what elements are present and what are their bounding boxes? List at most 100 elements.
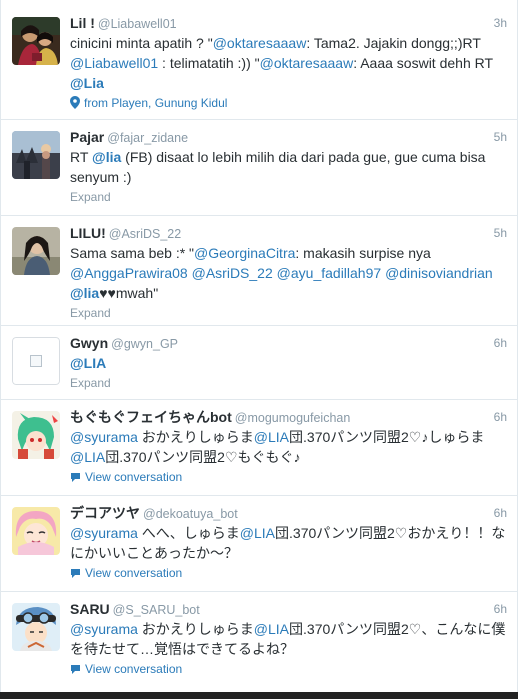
avatar[interactable] xyxy=(12,17,60,65)
view-conversation-text: View conversation xyxy=(85,566,183,580)
author-username[interactable]: @fajar_zidane xyxy=(107,131,188,145)
tweet-text-segment: 団.370パンツ同盟2♡もぐもぐ♪ xyxy=(105,449,301,465)
author-name[interactable]: Pajar xyxy=(70,129,104,145)
author-name[interactable]: デコアツヤ xyxy=(70,505,140,521)
timestamp[interactable]: 6h xyxy=(494,600,507,618)
tweet-text-segment: cinicini minta apatih ? " xyxy=(70,35,213,51)
tweet-item[interactable]: SARU @S_SARU_bot 6h @syurama おかえりしゅらま@LIA… xyxy=(1,592,517,692)
view-conversation-link[interactable]: View conversation xyxy=(70,468,507,488)
tweet-text-segment: RT xyxy=(70,149,93,165)
tweet-text: @syurama おかえりしゅらま@LIA団.370パンツ同盟2♡、こんなに僕を… xyxy=(70,619,507,659)
author-name[interactable]: LILU! xyxy=(70,225,106,241)
tweet-text-segment: へへ、しゅらま xyxy=(137,525,240,541)
tweet-header: Lil ! @Liabawell01 3h xyxy=(70,14,507,32)
tweet-header: LILU! @AsriDS_22 5h xyxy=(70,224,507,242)
tweet-text-segment: (FB) disaat lo lebih milih dia dari pada… xyxy=(70,149,486,185)
location-link[interactable]: from Playen, Gunung Kidul xyxy=(70,94,507,114)
tweet-header: もぐもぐフェイちゃんbot @mogumogufeichan 6h xyxy=(70,408,507,426)
avatar[interactable] xyxy=(12,131,60,179)
speech-bubble-icon xyxy=(70,470,81,488)
tweet-item[interactable]: Gwyn @gwyn_GP 6h @LIA Expand xyxy=(1,326,517,400)
mention-link[interactable]: @oktaresaaaw xyxy=(213,35,307,51)
location-text: from Playen, Gunung Kidul xyxy=(84,96,228,110)
timestamp[interactable]: 6h xyxy=(494,408,507,426)
author-name[interactable]: SARU xyxy=(70,601,110,617)
timestamp[interactable]: 5h xyxy=(494,128,507,146)
mention-link[interactable]: @syurama xyxy=(70,525,138,541)
bottom-bar xyxy=(0,692,518,699)
tweet-text: RT @lia (FB) disaat lo lebih milih dia d… xyxy=(70,147,507,187)
mention-link[interactable]: @oktaresaaaw xyxy=(260,55,354,71)
avatar[interactable] xyxy=(12,507,60,555)
tweet-stream: Lil ! @Liabawell01 3h cinicini minta apat… xyxy=(0,0,518,692)
tweet-text: @LIA xyxy=(70,353,507,373)
author-name[interactable]: Gwyn xyxy=(70,335,108,351)
expand-link[interactable]: Expand xyxy=(70,188,507,206)
mention-link[interactable]: @dinisoviandrian xyxy=(385,265,493,281)
mention-link[interactable]: @AnggaPrawira08 xyxy=(70,265,188,281)
timestamp[interactable]: 6h xyxy=(494,334,507,352)
tweet-text-segment: ♥♥mwah" xyxy=(99,285,159,301)
mention-link[interactable]: @syurama xyxy=(70,621,138,637)
tweet-item[interactable]: デコアツヤ @dekoatuya_bot 6h @syurama へへ、しゅらま@… xyxy=(1,496,517,592)
tweet-text-segment: : makasih surpise nya xyxy=(295,245,431,261)
mention-link[interactable]: @AsriDS_22 xyxy=(192,265,273,281)
view-conversation-text: View conversation xyxy=(85,662,183,676)
avatar[interactable] xyxy=(12,227,60,275)
tweet-item[interactable]: もぐもぐフェイちゃんbot @mogumogufeichan 6h @syuram… xyxy=(1,400,517,496)
author-username[interactable]: @S_SARU_bot xyxy=(113,603,200,617)
mention-link[interactable]: @syurama xyxy=(70,429,138,445)
tweet-text-segment: : Tama2. Jajakin dongg;;)RT xyxy=(306,35,481,51)
speech-bubble-icon xyxy=(70,662,81,680)
timestamp[interactable]: 3h xyxy=(494,14,507,32)
avatar[interactable] xyxy=(12,337,60,385)
tweet-text-segment: Sama sama beb :* " xyxy=(70,245,195,261)
mention-link[interactable]: @LIA xyxy=(70,449,105,465)
mention-link[interactable]: @ayu_fadillah97 xyxy=(277,265,382,281)
author-username[interactable]: @gwyn_GP xyxy=(111,337,178,351)
tweet-item[interactable]: Lil ! @Liabawell01 3h cinicini minta apat… xyxy=(1,0,517,120)
tweet-header: デコアツヤ @dekoatuya_bot 6h xyxy=(70,504,507,522)
author-username[interactable]: @AsriDS_22 xyxy=(109,227,181,241)
view-conversation-link[interactable]: View conversation xyxy=(70,660,507,680)
tweet-text-segment: 団.370パンツ同盟2♡♪しゅらま xyxy=(289,429,485,445)
avatar[interactable] xyxy=(12,603,60,651)
author-name[interactable]: Lil ! xyxy=(70,15,95,31)
map-pin-icon xyxy=(70,96,80,114)
tweet-header: SARU @S_SARU_bot 6h xyxy=(70,600,507,618)
tweet-text: @syurama おかえりしゅらま@LIA団.370パンツ同盟2♡♪しゅらま@L… xyxy=(70,427,507,467)
author-username[interactable]: @dekoatuya_bot xyxy=(143,507,238,521)
broken-image-icon xyxy=(12,337,60,385)
view-conversation-text: View conversation xyxy=(85,470,183,484)
mention-link[interactable]: @GeorginaCitra xyxy=(194,245,295,261)
mention-link[interactable]: @LIA xyxy=(70,355,106,371)
tweet-text: cinicini minta apatih ? "@oktaresaaaw: T… xyxy=(70,33,507,93)
tweet-text: Sama sama beb :* "@GeorginaCitra: makasi… xyxy=(70,243,507,303)
expand-link[interactable]: Expand xyxy=(70,374,507,392)
timestamp[interactable]: 5h xyxy=(494,224,507,242)
tweet-item[interactable]: LILU! @AsriDS_22 5h Sama sama beb :* "@Ge… xyxy=(1,216,517,326)
tweet-item[interactable]: Pajar @fajar_zidane 5h RT @lia (FB) disaa… xyxy=(1,120,517,216)
author-name[interactable]: もぐもぐフェイちゃんbot xyxy=(70,409,232,425)
expand-link[interactable]: Expand xyxy=(70,304,507,322)
mention-link[interactable]: @LIA xyxy=(240,525,275,541)
mention-link[interactable]: @LIA xyxy=(254,621,289,637)
tweet-text-segment: : telimatatih :)) " xyxy=(158,55,260,71)
tweet-header: Gwyn @gwyn_GP 6h xyxy=(70,334,507,352)
avatar[interactable] xyxy=(12,411,60,459)
timestamp[interactable]: 6h xyxy=(494,504,507,522)
tweet-text: @syurama へへ、しゅらま@LIA団.370パンツ同盟2♡おかえり！！なに… xyxy=(70,523,507,563)
mention-link[interactable]: @LIA xyxy=(254,429,289,445)
tweet-header: Pajar @fajar_zidane 5h xyxy=(70,128,507,146)
mention-link[interactable]: @lia xyxy=(92,149,121,165)
author-username[interactable]: @mogumogufeichan xyxy=(235,411,351,425)
author-username[interactable]: @Liabawell01 xyxy=(98,17,177,31)
view-conversation-link[interactable]: View conversation xyxy=(70,564,507,584)
speech-bubble-icon xyxy=(70,566,81,584)
mention-link[interactable]: @lia xyxy=(70,285,99,301)
tweet-text-segment: おかえりしゅらま xyxy=(137,429,254,445)
tweet-text-segment: : Aaaa soswit dehh RT xyxy=(353,55,493,71)
mention-link[interactable]: @Liabawell01 xyxy=(70,55,158,71)
mention-link[interactable]: @Lia xyxy=(70,75,104,91)
tweet-text-segment: おかえりしゅらま xyxy=(137,621,254,637)
